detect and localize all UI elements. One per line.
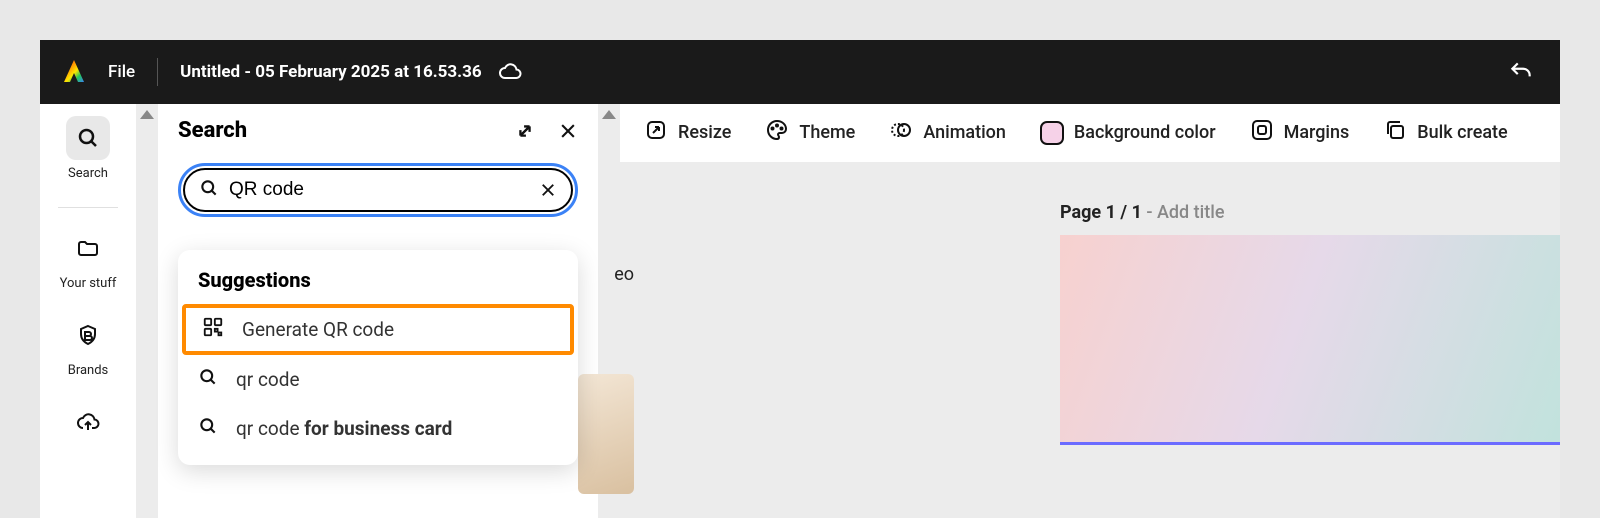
search-suggestions-dropdown: Suggestions Generate QR code [178,250,578,465]
page-label[interactable]: Page 1 / 1 - Add title [1060,202,1560,223]
separator [157,58,158,86]
toolbar-label: Margins [1284,122,1350,143]
file-menu[interactable]: File [108,62,135,82]
search-icon [66,116,110,160]
suggestion-label: qr code for business card [236,417,452,440]
suggestion-qr-code[interactable]: qr code [178,355,578,404]
app-body: Search Your stuff Brands [40,104,1560,518]
clear-search-button[interactable] [539,181,557,199]
search-icon [198,416,218,441]
suggestion-qr-code-business-card[interactable]: qr code for business card [178,404,578,453]
toolbar-resize[interactable]: Resize [644,118,731,147]
rail-item-upload[interactable] [40,400,136,444]
app-logo[interactable] [60,58,88,86]
rail-item-search[interactable]: Search [40,116,136,181]
scroll-gutter-left[interactable] [136,104,158,518]
toolbar-margins[interactable]: Margins [1250,118,1350,147]
suggestion-label: qr code [236,368,300,391]
brand-icon [66,313,110,357]
rail-label: Your stuff [60,276,117,291]
margins-icon [1250,118,1274,147]
rail-item-brands[interactable]: Brands [40,313,136,378]
search-field[interactable] [178,163,578,217]
toolbar-background-color[interactable]: Background color [1040,121,1216,145]
template-thumbnail[interactable] [578,374,634,494]
toolbar-label: Animation [923,122,1006,143]
bulk-create-icon [1383,118,1407,147]
folder-icon [66,226,110,270]
toolbar-label: Resize [678,122,731,143]
search-panel-title: Search [178,118,247,143]
cloud-upload-icon [66,400,110,444]
canvas-area: Resize Theme [620,104,1560,518]
suggestion-label: Generate QR code [242,318,394,341]
filter-tab-fragment[interactable]: eo [614,264,634,285]
toolbar-label: Bulk create [1417,122,1507,143]
expand-panel-button[interactable] [514,120,536,142]
palette-icon [765,118,789,147]
scroll-up-arrow-icon [140,110,154,119]
suggestions-heading: Suggestions [178,268,578,304]
scroll-up-arrow-icon [602,110,616,119]
document-title[interactable]: Untitled - 05 February 2025 at 16.53.36 [180,62,481,82]
close-panel-button[interactable] [558,121,578,141]
color-swatch-icon [1040,121,1064,145]
rail-label: Search [68,166,108,181]
context-toolbar: Resize Theme [620,104,1560,162]
artboard[interactable] [1060,235,1560,445]
search-icon [199,178,219,202]
search-icon [198,367,218,392]
left-rail: Search Your stuff Brands [40,104,136,518]
toolbar-label: Background color [1074,122,1216,143]
animation-icon [889,118,913,147]
page-counter: Page 1 / 1 [1060,202,1142,223]
rail-label: Brands [68,363,109,378]
canvas-background[interactable]: Page 1 / 1 - Add title [620,162,1560,518]
toolbar-bulk-create[interactable]: Bulk create [1383,118,1507,147]
qr-code-icon [202,316,224,343]
toolbar-animation[interactable]: Animation [889,118,1006,147]
suggestion-generate-qr-code[interactable]: Generate QR code [182,304,574,355]
undo-button[interactable] [1502,53,1540,91]
resize-icon [644,118,668,147]
toolbar-theme[interactable]: Theme [765,118,855,147]
toolbar-label: Theme [799,122,855,143]
rail-item-your-stuff[interactable]: Your stuff [40,226,136,291]
cloud-sync-icon[interactable] [498,60,522,84]
search-input[interactable] [229,179,529,201]
topbar: File Untitled - 05 February 2025 at 16.5… [40,40,1560,104]
page-title-hint: - Add title [1142,202,1225,223]
search-panel-header: Search [178,118,578,143]
rail-separator [58,207,118,208]
search-panel: Search [158,104,598,518]
app-window: File Untitled - 05 February 2025 at 16.5… [40,40,1560,518]
